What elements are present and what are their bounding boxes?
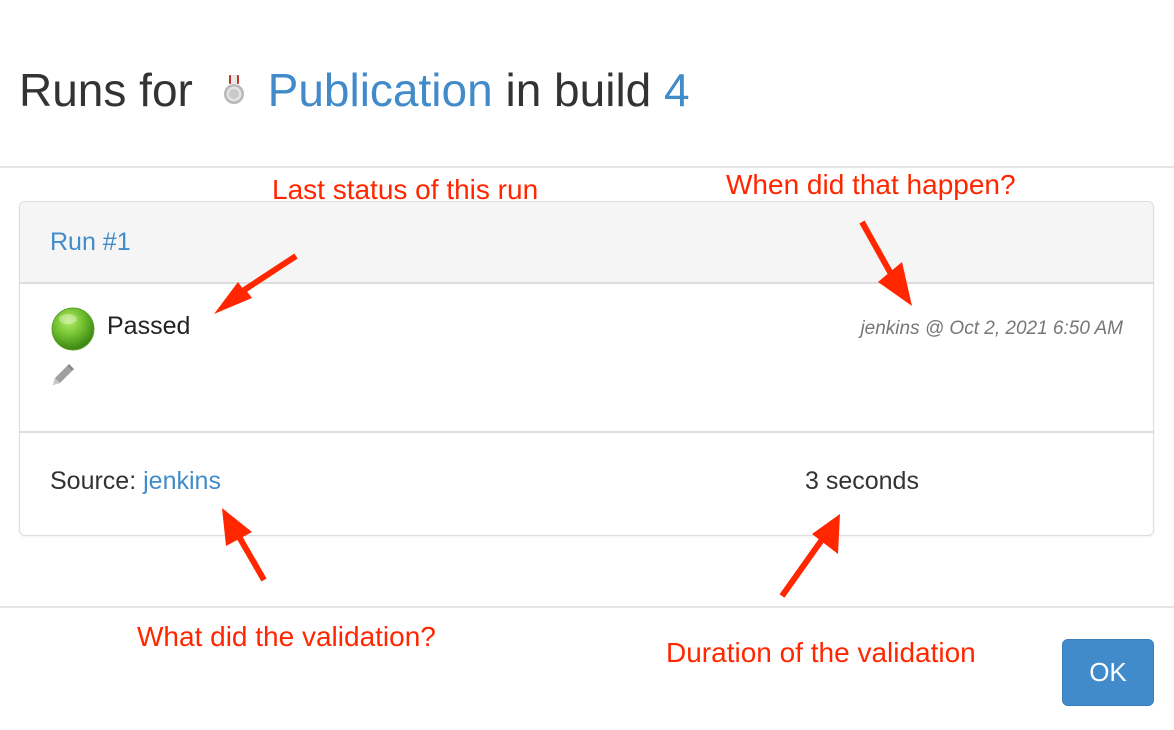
annotation-when: When did that happen? bbox=[726, 169, 1016, 200]
medal-icon bbox=[223, 74, 244, 104]
run-panel-body: Passed jenkins @ Oct 2, 2021 6:50 AM bbox=[20, 284, 1153, 433]
annotation-what: What did the validation? bbox=[137, 621, 436, 652]
annotation-duration: Duration of the validation bbox=[666, 637, 976, 668]
build-link[interactable]: 4 bbox=[664, 64, 690, 116]
run-link[interactable]: Run #1 bbox=[50, 228, 131, 257]
status-label: Passed bbox=[107, 312, 191, 340]
run-duration: 3 seconds bbox=[805, 467, 919, 495]
source-label: Source: bbox=[50, 467, 137, 495]
run-timestamp: jenkins @ Oct 2, 2021 6:50 AM bbox=[860, 318, 1123, 339]
run-panel-footer: Source: jenkins 3 seconds bbox=[20, 433, 1153, 533]
run-panel-heading: Run #1 bbox=[20, 202, 1153, 284]
source-link[interactable]: jenkins bbox=[143, 467, 221, 495]
title-prefix: Runs for bbox=[19, 64, 193, 116]
promotion-link[interactable]: Publication bbox=[268, 64, 493, 116]
title-middle: in build bbox=[505, 64, 652, 116]
ok-button[interactable]: OK bbox=[1062, 639, 1154, 706]
runs-dialog: Runs for Publication in build 4 Run #1 P… bbox=[0, 0, 1174, 730]
annotation-last-status: Last status of this run bbox=[272, 174, 539, 205]
green-circle-icon bbox=[51, 307, 95, 351]
pencil-icon[interactable] bbox=[50, 362, 76, 388]
source-info: Source: jenkins bbox=[50, 467, 221, 496]
dialog-header: Runs for Publication in build 4 bbox=[0, 0, 1174, 168]
run-panel: Run #1 Passed jenkins @ Oct 2, 2021 6:50… bbox=[19, 201, 1154, 536]
footer-divider bbox=[0, 606, 1174, 608]
page-title: Runs for Publication in build 4 bbox=[19, 62, 690, 118]
